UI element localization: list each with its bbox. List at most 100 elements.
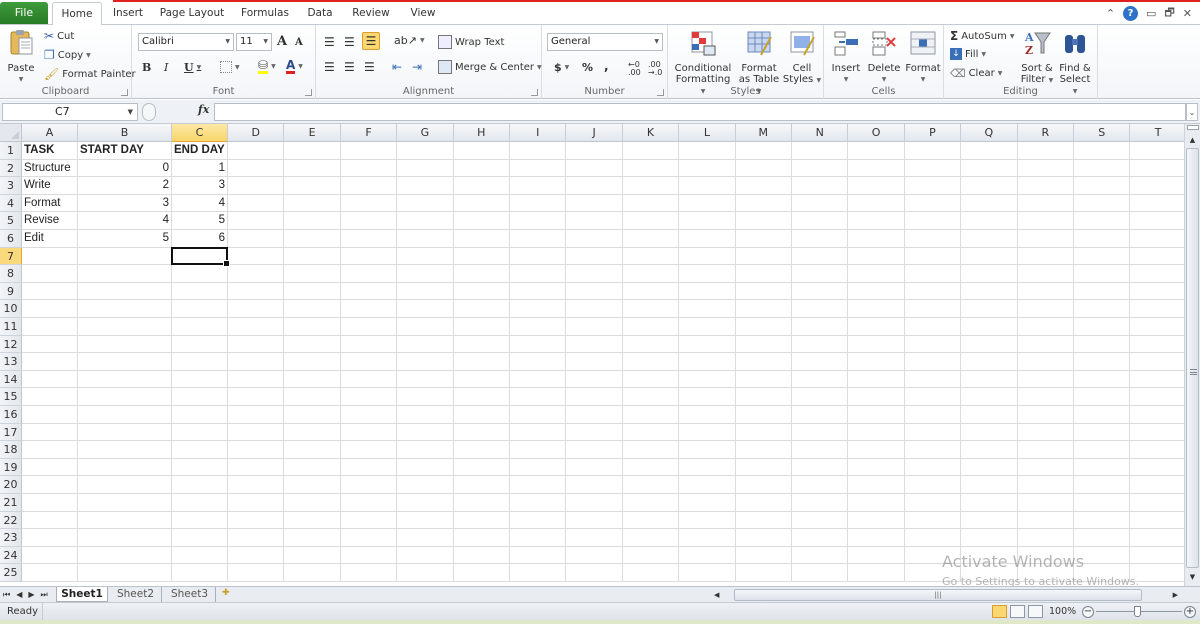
row-header-2[interactable]: 2 — [0, 159, 22, 178]
first-sheet-icon[interactable]: ⏮ — [3, 587, 10, 602]
row-header-7[interactable]: 7 — [0, 247, 22, 266]
row-header-21[interactable]: 21 — [0, 494, 22, 512]
vertical-scrollbar[interactable]: ▲ ▼ — [1184, 124, 1200, 586]
cell-c1[interactable]: END DAY — [172, 142, 227, 159]
row-header-22[interactable]: 22 — [0, 511, 22, 530]
row-header-3[interactable]: 3 — [0, 177, 22, 195]
column-header-n[interactable]: N — [792, 124, 849, 142]
increase-indent-button[interactable]: ⇥ — [412, 60, 422, 74]
row-header-4[interactable]: 4 — [0, 194, 22, 213]
row-header-25[interactable]: 25 — [0, 564, 22, 582]
scroll-down-icon[interactable]: ▼ — [1185, 570, 1200, 584]
formula-input[interactable] — [214, 103, 1186, 121]
row-header-23[interactable]: 23 — [0, 529, 22, 547]
column-header-f[interactable]: F — [340, 124, 398, 142]
row-header-12[interactable]: 12 — [0, 335, 22, 354]
cell-a2[interactable]: Structure — [22, 160, 77, 177]
column-header-b[interactable]: B — [78, 124, 172, 142]
cell-b2[interactable]: 0 — [78, 160, 171, 177]
select-all-button[interactable] — [0, 124, 22, 142]
alignment-dialog-launcher[interactable] — [531, 89, 538, 96]
cell-b1[interactable]: START DAY — [78, 142, 171, 159]
clipboard-dialog-launcher[interactable] — [121, 89, 128, 96]
scroll-left-icon[interactable]: ◀ — [714, 588, 719, 602]
page-layout-view-icon[interactable] — [1010, 605, 1025, 618]
row-header-9[interactable]: 9 — [0, 282, 22, 301]
tab-insert[interactable]: Insert — [106, 2, 150, 24]
cell-b6[interactable]: 5 — [78, 230, 171, 247]
expand-formula-bar-icon[interactable]: ⌄ — [1186, 103, 1198, 121]
row-header-11[interactable]: 11 — [0, 318, 22, 336]
fill-color-button[interactable]: ⛁ ▼ — [258, 59, 276, 74]
sort-filter-button[interactable]: AZ Sort & Filter ▼ — [1018, 29, 1056, 86]
column-header-d[interactable]: D — [228, 124, 285, 142]
cell-a4[interactable]: Format — [22, 195, 77, 212]
close-window-icon[interactable]: ✕ — [1183, 7, 1192, 20]
column-header-l[interactable]: L — [679, 124, 736, 142]
format-cells-button[interactable]: Format ▼ — [904, 29, 942, 85]
align-bottom-button[interactable]: ☰ — [362, 32, 380, 50]
cell-c6[interactable]: 6 — [172, 230, 227, 247]
shrink-font-button[interactable]: A — [295, 37, 303, 48]
increase-decimal-button[interactable]: ←0.00 — [628, 61, 641, 77]
column-header-k[interactable]: K — [622, 124, 680, 142]
active-cell-selection[interactable] — [171, 246, 230, 267]
cell-a6[interactable]: Edit — [22, 230, 77, 247]
bold-button[interactable]: B — [142, 61, 151, 74]
orientation-button[interactable]: ab↗ ▼ — [394, 34, 425, 47]
zoom-in-icon[interactable]: + — [1184, 606, 1196, 618]
cell-c2[interactable]: 1 — [172, 160, 227, 177]
tab-home[interactable]: Home — [52, 2, 102, 25]
format-painter-button[interactable]: 🖌 Format Painter — [44, 67, 136, 81]
number-format-select[interactable]: General ▼ — [547, 33, 663, 51]
scroll-right-icon[interactable]: ▶ — [1173, 588, 1178, 602]
insert-worksheet-icon[interactable]: ✚ — [222, 588, 236, 600]
column-header-t[interactable]: T — [1130, 124, 1184, 142]
row-header-20[interactable]: 20 — [0, 476, 22, 494]
merge-center-button[interactable]: Merge & Center ▼ — [438, 60, 542, 74]
horizontal-scroll-thumb[interactable]: ||| — [734, 589, 1142, 601]
column-header-q[interactable]: Q — [961, 124, 1018, 142]
font-size-select[interactable]: 11 ▼ — [236, 33, 272, 51]
cell-b3[interactable]: 2 — [78, 177, 171, 194]
minimize-window-icon[interactable]: ▭ — [1146, 7, 1156, 20]
row-header-14[interactable]: 14 — [0, 370, 22, 389]
zoom-slider-thumb[interactable] — [1134, 606, 1141, 617]
column-header-m[interactable]: M — [735, 124, 792, 142]
column-header-g[interactable]: G — [397, 124, 454, 142]
number-dialog-launcher[interactable] — [657, 89, 664, 96]
last-sheet-icon[interactable]: ⏭ — [41, 587, 48, 602]
cell-a1[interactable]: TASK — [22, 142, 77, 159]
tab-review[interactable]: Review — [348, 2, 394, 24]
align-right-button[interactable]: ☰ — [364, 60, 375, 74]
column-header-c[interactable]: C — [172, 124, 228, 142]
horizontal-scrollbar[interactable]: ◀ ||| ▶ — [708, 588, 1184, 602]
wrap-text-button[interactable]: Wrap Text — [438, 35, 504, 49]
help-icon[interactable]: ? — [1123, 6, 1139, 21]
restore-window-icon[interactable]: 🗗 — [1164, 4, 1174, 23]
row-header-24[interactable]: 24 — [0, 546, 22, 565]
cell-a3[interactable]: Write — [22, 177, 77, 194]
column-header-r[interactable]: R — [1017, 124, 1074, 142]
align-top-button[interactable]: ☰ — [324, 35, 335, 49]
borders-button[interactable]: ▼ — [220, 61, 240, 73]
underline-button[interactable]: U ▼ — [184, 61, 201, 74]
align-left-button[interactable]: ☰ — [324, 60, 335, 74]
percent-button[interactable]: % — [582, 61, 593, 74]
cut-button[interactable]: ✂ Cut — [44, 29, 74, 43]
zoom-out-icon[interactable]: − — [1082, 606, 1094, 618]
tab-formulas[interactable]: Formulas — [236, 2, 294, 24]
cell-c3[interactable]: 3 — [172, 177, 227, 194]
clear-button[interactable]: ⌫ Clear ▼ — [950, 67, 1002, 80]
formula-resize-handle[interactable] — [142, 103, 156, 121]
cell-b4[interactable]: 3 — [78, 195, 171, 212]
delete-cells-button[interactable]: Delete ▼ — [866, 29, 902, 85]
row-header-19[interactable]: 19 — [0, 458, 22, 477]
tab-file[interactable]: File — [0, 2, 48, 24]
cell-c4[interactable]: 4 — [172, 195, 227, 212]
page-break-view-icon[interactable] — [1028, 605, 1043, 618]
row-header-1[interactable]: 1 — [0, 142, 22, 160]
italic-button[interactable]: I — [164, 61, 168, 74]
copy-button[interactable]: ❐ Copy ▼ — [44, 48, 91, 62]
cell-styles-button[interactable]: Cell Styles ▼ — [782, 29, 822, 86]
